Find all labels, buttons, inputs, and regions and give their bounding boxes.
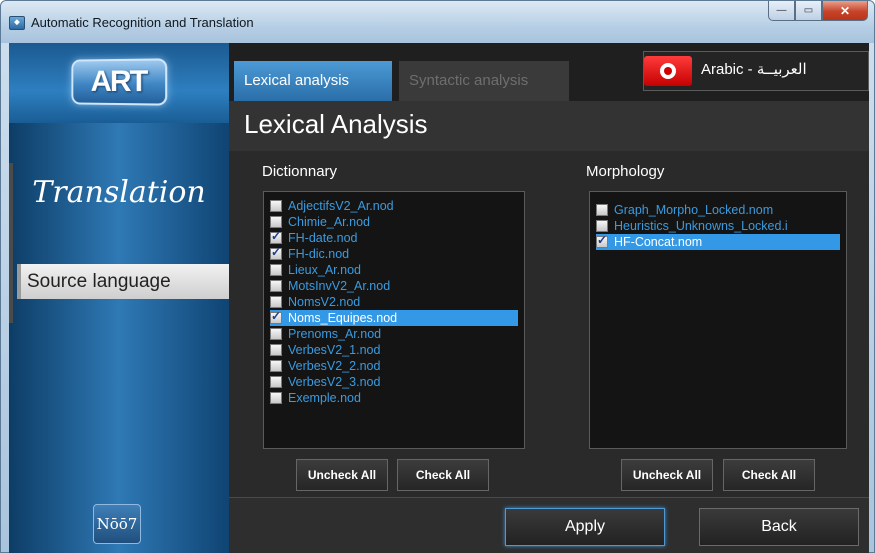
- window-controls: — ▭ ✕: [768, 1, 868, 23]
- checkbox[interactable]: [270, 392, 282, 404]
- list-item-label: VerbesV2_2.nod: [288, 359, 381, 373]
- checkbox[interactable]: [270, 309, 282, 324]
- maximize-button[interactable]: ▭: [795, 1, 822, 21]
- noo-logo: Nōō7: [93, 504, 141, 544]
- dictionary-item[interactable]: MotsInvV2_Ar.nod: [270, 278, 518, 294]
- list-item-label: Heuristics_Unknowns_Locked.i: [614, 219, 788, 233]
- checkbox[interactable]: [270, 229, 282, 244]
- dictionary-item[interactable]: Prenoms_Ar.nod: [270, 326, 518, 342]
- dictionary-item[interactable]: Exemple.nod: [270, 390, 518, 406]
- panel-header: Lexical Analysis: [229, 101, 869, 151]
- sidebar-section-title: Translation: [32, 175, 206, 210]
- morphology-item[interactable]: Heuristics_Unknowns_Locked.i: [596, 218, 840, 234]
- page-title: Lexical Analysis: [244, 109, 428, 139]
- dictionary-item[interactable]: VerbesV2_1.nod: [270, 342, 518, 358]
- list-item-label: HF-Concat.nom: [614, 235, 703, 249]
- dictionary-label: Dictionnary: [262, 163, 338, 180]
- checkbox[interactable]: [270, 216, 282, 228]
- main-panel: Lexical analysis Syntactic analysis Arab…: [229, 43, 869, 553]
- list-item-label: VerbesV2_3.nod: [288, 375, 381, 389]
- client-area: ART Translation Source language Nōō7 Lex…: [9, 43, 869, 553]
- app-window: ◆ Automatic Recognition and Translation …: [0, 0, 875, 553]
- art-logo: ART: [71, 58, 168, 106]
- language-selector[interactable]: Arabic - العربيــة: [643, 51, 869, 91]
- sidebar: ART Translation Source language Nōō7: [9, 43, 229, 553]
- list-item-label: NomsV2.nod: [288, 295, 361, 309]
- morphology-label: Morphology: [586, 163, 665, 180]
- checkbox[interactable]: [270, 264, 282, 276]
- list-item-label: AdjectifsV2_Ar.nod: [288, 199, 394, 213]
- checkbox[interactable]: [596, 204, 608, 216]
- dictionary-item[interactable]: FH-dic.nod: [270, 245, 518, 262]
- dictionary-item[interactable]: FH-date.nod: [270, 229, 518, 246]
- dictionary-item[interactable]: VerbesV2_2.nod: [270, 358, 518, 374]
- checkbox[interactable]: [596, 233, 608, 248]
- dictionary-item[interactable]: VerbesV2_3.nod: [270, 374, 518, 390]
- footer-bar: Apply Back: [229, 497, 869, 553]
- back-button[interactable]: Back: [699, 508, 859, 546]
- list-item-label: FH-date.nod: [288, 231, 358, 245]
- list-item-label: Chimie_Ar.nod: [288, 215, 370, 229]
- language-label: Arabic - العربيــة: [701, 61, 807, 78]
- dictionary-list[interactable]: AdjectifsV2_Ar.nod Chimie_Ar.nod FH-date.n…: [263, 191, 525, 449]
- checkbox[interactable]: [270, 360, 282, 372]
- checkbox[interactable]: [270, 245, 282, 260]
- tunisia-flag-icon: [644, 56, 692, 86]
- dictionary-item[interactable]: Chimie_Ar.nod: [270, 214, 518, 230]
- close-button[interactable]: ✕: [822, 1, 868, 21]
- list-item-label: FH-dic.nod: [288, 247, 350, 261]
- checkbox[interactable]: [270, 344, 282, 356]
- tab-bar: Lexical analysis Syntactic analysis Arab…: [229, 43, 869, 101]
- checkbox[interactable]: [270, 376, 282, 388]
- morphology-list[interactable]: Graph_Morpho_Locked.nom Heuristics_Unknow…: [589, 191, 847, 449]
- tab-lexical-analysis[interactable]: Lexical analysis: [234, 61, 392, 101]
- checkbox[interactable]: [270, 296, 282, 308]
- list-item-label: Graph_Morpho_Locked.nom: [614, 203, 774, 217]
- tab-syntactic-analysis[interactable]: Syntactic analysis: [399, 61, 569, 101]
- checkbox[interactable]: [596, 220, 608, 232]
- list-item-label: VerbesV2_1.nod: [288, 343, 381, 357]
- morphology-check-all-button[interactable]: Check All: [723, 459, 815, 491]
- window-title: Automatic Recognition and Translation: [31, 15, 254, 30]
- title-bar[interactable]: ◆ Automatic Recognition and Translation …: [1, 1, 874, 43]
- list-item-label: Lieux_Ar.nod: [288, 263, 361, 277]
- checkbox[interactable]: [270, 200, 282, 212]
- morphology-item[interactable]: HF-Concat.nom: [596, 233, 840, 250]
- morphology-uncheck-all-button[interactable]: Uncheck All: [621, 459, 713, 491]
- dictionary-item[interactable]: Noms_Equipes.nod: [270, 309, 518, 326]
- apply-button[interactable]: Apply: [505, 508, 665, 546]
- checkbox[interactable]: [270, 328, 282, 340]
- dictionary-item[interactable]: Lieux_Ar.nod: [270, 262, 518, 278]
- dictionary-item[interactable]: NomsV2.nod: [270, 294, 518, 310]
- app-icon: ◆: [9, 16, 25, 30]
- minimize-button[interactable]: —: [768, 1, 795, 21]
- sidebar-item-source-language[interactable]: Source language: [17, 264, 229, 299]
- list-item-label: Exemple.nod: [288, 391, 361, 405]
- list-item-label: MotsInvV2_Ar.nod: [288, 279, 391, 293]
- list-item-label: Noms_Equipes.nod: [288, 311, 398, 325]
- list-item-label: Prenoms_Ar.nod: [288, 327, 382, 341]
- checkbox[interactable]: [270, 280, 282, 292]
- dictionary-uncheck-all-button[interactable]: Uncheck All: [296, 459, 388, 491]
- dictionary-check-all-button[interactable]: Check All: [397, 459, 489, 491]
- morphology-item[interactable]: Graph_Morpho_Locked.nom: [596, 202, 840, 218]
- dictionary-item[interactable]: AdjectifsV2_Ar.nod: [270, 198, 518, 214]
